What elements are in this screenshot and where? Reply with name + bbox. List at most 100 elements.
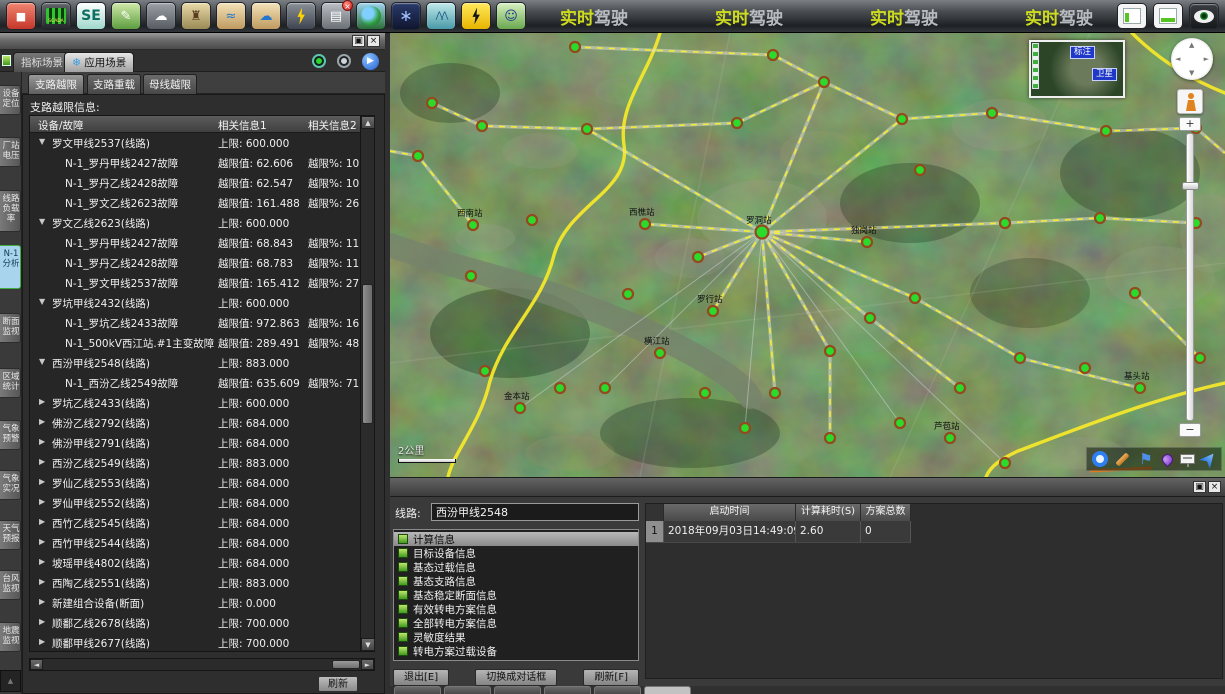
bottom-button[interactable]: 刷新[F] bbox=[583, 669, 639, 686]
waves-icon[interactable]: ≈ bbox=[216, 2, 246, 30]
station-marker[interactable] bbox=[862, 237, 872, 247]
flag-icon[interactable]: ⚑ bbox=[1137, 450, 1155, 468]
side-tab[interactable]: N-1分析 bbox=[0, 245, 21, 289]
bottom-button[interactable]: 退出[E] bbox=[393, 669, 449, 686]
expand-arrow-icon[interactable]: ▼ bbox=[39, 357, 45, 366]
expand-arrow-icon[interactable]: ▶ bbox=[39, 577, 45, 586]
佛汾甲线2791(线路)[interactable]: ▶ 佛汾甲线2791(线路) 上限: 684.000 bbox=[30, 433, 362, 453]
label-icon[interactable] bbox=[1180, 454, 1195, 464]
pan-right-icon[interactable]: ► bbox=[1204, 55, 1209, 63]
expand-arrow-icon[interactable]: ▶ bbox=[39, 517, 45, 526]
scroll-left-icon[interactable]: ◄ bbox=[30, 659, 43, 670]
station-marker[interactable] bbox=[515, 403, 525, 413]
station-marker[interactable] bbox=[582, 124, 592, 134]
station-marker[interactable] bbox=[1130, 288, 1140, 298]
measure-icon[interactable] bbox=[1115, 452, 1129, 466]
station-marker[interactable] bbox=[897, 114, 907, 124]
station-marker[interactable] bbox=[655, 348, 665, 358]
station-marker[interactable] bbox=[700, 388, 710, 398]
scroll-up-icon[interactable]: ▲ bbox=[361, 116, 375, 129]
close-icon[interactable]: × bbox=[367, 35, 380, 47]
play-button[interactable]: ▶ bbox=[362, 53, 379, 70]
station-marker[interactable] bbox=[819, 77, 829, 87]
station-marker[interactable] bbox=[1000, 458, 1010, 468]
N-1_500kV西江站.#1主变故障[interactable]: N-1_500kV西江站.#1主变故障 越限值: 289.491 越限%: 48… bbox=[30, 333, 362, 353]
cloud-icon[interactable]: ☁ bbox=[251, 2, 281, 30]
expand-arrow-icon[interactable]: ▶ bbox=[39, 457, 45, 466]
flash-icon[interactable] bbox=[461, 2, 491, 30]
bottom-tab[interactable] bbox=[544, 686, 591, 694]
info-list-item[interactable]: 基态过载信息 bbox=[394, 560, 638, 574]
N-1_罗文甲线2537故障[interactable]: N-1_罗文甲线2537故障 越限值: 165.412 越限%: 27.5 bbox=[30, 273, 362, 293]
layout-bottom-icon[interactable] bbox=[1153, 3, 1183, 29]
locate-icon[interactable] bbox=[1092, 451, 1108, 467]
zoom-in-button[interactable]: + bbox=[1179, 117, 1201, 131]
N-1_罗丹甲线2427故障[interactable]: N-1_罗丹甲线2427故障 越限值: 62.606 越限%: 10.4 bbox=[30, 153, 362, 173]
bottom-tab[interactable] bbox=[644, 686, 691, 694]
station-marker[interactable] bbox=[732, 118, 742, 128]
navigate-icon[interactable] bbox=[1199, 449, 1219, 469]
pegman-icon[interactable] bbox=[1177, 89, 1203, 114]
menu-realtime-driving[interactable]: 实时驾驶 bbox=[870, 4, 938, 29]
info-list-item[interactable]: 转电方案过载设备 bbox=[394, 644, 638, 658]
operator-icon[interactable]: ☺ bbox=[496, 2, 526, 30]
station-marker[interactable] bbox=[527, 215, 537, 225]
expand-arrow-icon[interactable]: ▶ bbox=[39, 557, 45, 566]
horizontal-scroll-thumb[interactable] bbox=[332, 660, 360, 669]
罗文甲线2537(线路)[interactable]: ▼ 罗文甲线2537(线路) 上限: 600.000 bbox=[30, 133, 362, 153]
chart-icon[interactable]: ⋀⋀ bbox=[426, 2, 456, 30]
N-1_罗文乙线2623故障[interactable]: N-1_罗文乙线2623故障 越限值: 161.488 越限%: 26.9 bbox=[30, 193, 362, 213]
罗坑乙线2433(线路)[interactable]: ▶ 罗坑乙线2433(线路) 上限: 600.000 bbox=[30, 393, 362, 413]
N-1_罗丹乙线2428故障[interactable]: N-1_罗丹乙线2428故障 越限值: 68.783 越限%: 11.4 bbox=[30, 253, 362, 273]
info-list-item[interactable]: 目标设备信息 bbox=[394, 546, 638, 560]
罗仙乙线2553(线路)[interactable]: ▶ 罗仙乙线2553(线路) 上限: 684.000 bbox=[30, 473, 362, 493]
stop-button[interactable]: ■ bbox=[6, 2, 36, 30]
station-marker[interactable] bbox=[413, 151, 423, 161]
tab-application-scene[interactable]: ❄ 应用场景 bbox=[64, 52, 134, 72]
station-marker[interactable] bbox=[466, 271, 476, 281]
scada-icon[interactable]: SCADA bbox=[41, 2, 71, 30]
globe-icon[interactable] bbox=[356, 2, 386, 30]
N-1_罗丹乙线2428故障[interactable]: N-1_罗丹乙线2428故障 越限值: 62.547 越限%: 10.4 bbox=[30, 173, 362, 193]
vertical-scrollbar[interactable]: ▲ ▼ bbox=[360, 116, 374, 651]
result-row[interactable]: 1 2018年09月03日14:49:09 2.60 0 bbox=[646, 521, 1222, 543]
station-marker[interactable] bbox=[756, 226, 769, 239]
marker-icon[interactable] bbox=[1160, 451, 1176, 467]
expand-arrow-icon[interactable]: ▼ bbox=[39, 217, 45, 226]
rain-cloud-icon[interactable]: ☁ bbox=[146, 2, 176, 30]
station-marker[interactable] bbox=[480, 366, 490, 376]
side-tab[interactable]: 区域统计 bbox=[0, 368, 21, 398]
bottom-button[interactable]: 切换成对话框 bbox=[475, 669, 557, 686]
map-pan-control[interactable]: ▲ ▼ ◄ ► bbox=[1171, 38, 1213, 80]
refresh-button[interactable]: 刷新 bbox=[318, 676, 358, 692]
station-marker[interactable] bbox=[427, 98, 437, 108]
tab-bus-overlimit[interactable]: 母线越限 bbox=[143, 74, 197, 94]
station-marker[interactable] bbox=[1080, 363, 1090, 373]
station-marker[interactable] bbox=[468, 220, 478, 230]
tab-indicator-scene[interactable]: 指标场景 bbox=[13, 52, 71, 72]
station-marker[interactable] bbox=[555, 383, 565, 393]
edit-icon[interactable]: ✎ bbox=[111, 2, 141, 30]
罗文乙线2623(线路)[interactable]: ▼ 罗文乙线2623(线路) 上限: 600.000 bbox=[30, 213, 362, 233]
西汾乙线2549(线路)[interactable]: ▶ 西汾乙线2549(线路) 上限: 883.000 bbox=[30, 453, 362, 473]
side-tab[interactable]: 气象实况 bbox=[0, 470, 21, 500]
station-marker[interactable] bbox=[1101, 126, 1111, 136]
record-gray-icon[interactable] bbox=[337, 54, 351, 68]
side-tab[interactable]: 断面监视 bbox=[0, 313, 21, 343]
pan-left-icon[interactable]: ◄ bbox=[1175, 55, 1180, 63]
station-marker[interactable] bbox=[570, 42, 580, 52]
station-marker[interactable] bbox=[693, 252, 703, 262]
eye-icon[interactable] bbox=[1189, 3, 1219, 29]
expand-arrow-icon[interactable]: ▶ bbox=[39, 497, 45, 506]
bottom-tab[interactable] bbox=[394, 686, 441, 694]
station-marker[interactable] bbox=[825, 433, 835, 443]
se-icon[interactable]: SE bbox=[76, 2, 106, 30]
map-annotation-button[interactable]: 标注 bbox=[1070, 46, 1095, 59]
menu-realtime-driving[interactable]: 实时驾驶 bbox=[715, 4, 783, 29]
expand-arrow-icon[interactable]: ▶ bbox=[39, 437, 45, 446]
info-list-item[interactable]: 有效转电方案信息 bbox=[394, 602, 638, 616]
西竹甲线2544(线路)[interactable]: ▶ 西竹甲线2544(线路) 上限: 684.000 bbox=[30, 533, 362, 553]
side-tab[interactable]: 厂站电压 bbox=[0, 137, 21, 167]
expand-arrow-icon[interactable]: ▶ bbox=[39, 637, 45, 646]
station-marker[interactable] bbox=[477, 121, 487, 131]
